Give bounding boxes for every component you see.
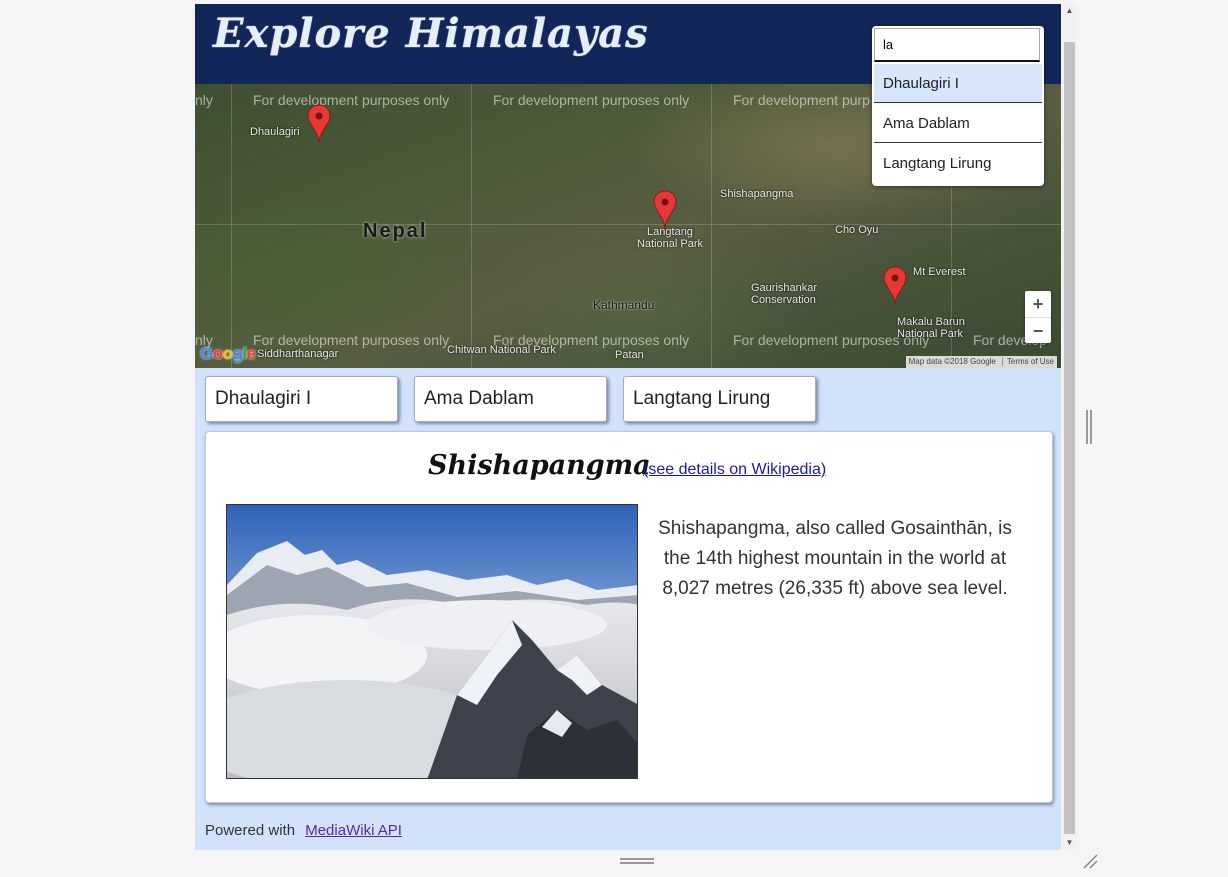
horizontal-resize-handle-icon[interactable] xyxy=(620,858,654,864)
terms-link[interactable]: Terms of Use xyxy=(1001,357,1054,366)
app-frame: Explore Himalayas nly For development pu… xyxy=(195,4,1061,850)
map-watermark: For development purp xyxy=(733,92,870,108)
scroll-up-arrow-icon[interactable]: ▲ xyxy=(1062,4,1077,18)
map-place-label: Chitwan National Park xyxy=(447,344,556,356)
map-place-label: Patan xyxy=(615,349,644,361)
resize-grip-icon[interactable] xyxy=(1082,853,1098,869)
footer: Powered with MediaWiki API xyxy=(205,822,402,839)
wikipedia-link[interactable]: (see details on Wikipedia) xyxy=(643,461,826,479)
page-title: Explore Himalayas xyxy=(213,10,649,57)
map-marker-icon[interactable] xyxy=(653,190,677,230)
peak-photo xyxy=(226,504,638,779)
mountain-photo-image xyxy=(227,505,637,778)
map-place-label: Dhaulagiri xyxy=(250,126,300,138)
suggestion-item[interactable]: Ama Dablam xyxy=(874,104,1042,143)
suggestion-item[interactable]: Langtang Lirung xyxy=(874,144,1042,183)
search-input[interactable] xyxy=(874,28,1040,62)
map-country-label: Nepal xyxy=(363,220,428,242)
footer-prefix: Powered with xyxy=(205,822,296,839)
scrollbar-thumb[interactable] xyxy=(1064,42,1075,834)
map-place-label: Cho Oyu xyxy=(835,224,879,236)
search-autocomplete: Dhaulagiri I Ama Dablam Langtang Lirung xyxy=(872,26,1044,186)
google-logo: Google xyxy=(200,344,256,363)
map-place-label: Kathmandu xyxy=(593,298,655,312)
map-place-label: Shishapangma xyxy=(720,188,794,200)
zoom-out-button[interactable]: − xyxy=(1025,317,1051,344)
map-marker-icon[interactable] xyxy=(307,104,331,144)
peak-button-ama-dablam[interactable]: Ama Dablam xyxy=(414,376,607,422)
peak-title: Shishapangma xyxy=(428,450,651,481)
zoom-control: + − xyxy=(1025,291,1051,343)
map-watermark: For development purposes only xyxy=(253,332,450,348)
zoom-in-button[interactable]: + xyxy=(1025,291,1051,317)
map-gridline xyxy=(231,84,232,368)
map-gridline xyxy=(711,84,712,368)
map-gridline xyxy=(195,224,1061,225)
peak-button-langtang-lirung[interactable]: Langtang Lirung xyxy=(623,376,816,422)
map-attribution: Map data ©2018 Google Terms of Use xyxy=(905,356,1057,368)
vertical-scrollbar[interactable]: ▲ ▼ xyxy=(1062,4,1077,850)
map-watermark: For development purposes only xyxy=(493,92,690,108)
suggestion-item[interactable]: Dhaulagiri I xyxy=(874,64,1042,103)
map-marker-icon[interactable] xyxy=(883,266,907,306)
peak-description: Shishapangma, also called Gosainthān, is… xyxy=(658,518,1012,599)
map-watermark: nly xyxy=(195,92,213,108)
scroll-down-arrow-icon[interactable]: ▼ xyxy=(1062,836,1077,850)
map-place-label: Mt Everest xyxy=(913,266,966,278)
map-watermark: For development purposes only xyxy=(253,92,450,108)
vertical-resize-handle-icon[interactable] xyxy=(1086,410,1092,444)
map-place-label: Makalu Barun National Park xyxy=(897,316,965,340)
mediawiki-api-link[interactable]: MediaWiki API xyxy=(305,822,402,839)
peak-button-dhaulagiri[interactable]: Dhaulagiri I xyxy=(205,376,398,422)
map-place-label: Siddharthanagar xyxy=(257,348,339,360)
peak-card: Shishapangma (see details on Wikipedia) xyxy=(205,431,1053,803)
map-gridline xyxy=(471,84,472,368)
map-data-credit: Map data ©2018 Google xyxy=(908,357,996,366)
map-place-label: Gaurishankar Conservation xyxy=(751,282,818,306)
